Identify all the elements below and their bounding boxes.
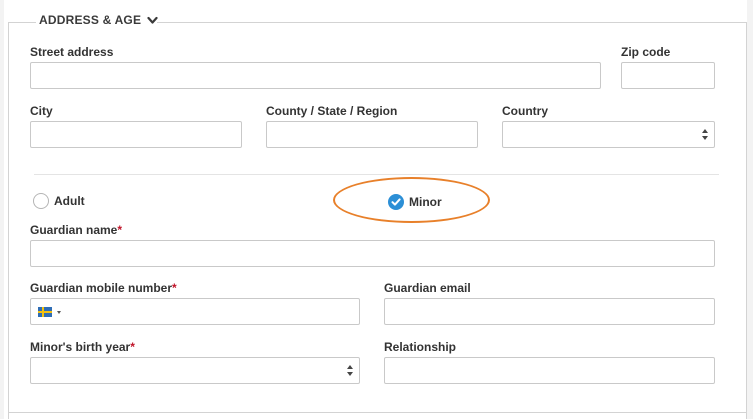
guardian-email-label: Guardian email	[384, 281, 471, 295]
highlight-ellipse	[333, 177, 490, 223]
street-address-label: Street address	[30, 45, 114, 59]
county-label: County / State / Region	[266, 104, 398, 118]
guardian-mobile-label: Guardian mobile number*	[30, 281, 177, 295]
fieldset-border-right-segment	[157, 22, 747, 23]
guardian-mobile-input[interactable]	[30, 298, 360, 325]
minor-birth-year-select[interactable]	[30, 357, 360, 384]
adult-radio[interactable]	[33, 193, 49, 209]
sweden-flag-icon[interactable]	[38, 307, 52, 317]
minor-birth-year-label: Minor's birth year*	[30, 340, 135, 354]
required-marker: *	[172, 281, 177, 295]
county-input[interactable]	[266, 121, 478, 148]
caret-down-icon[interactable]	[57, 311, 61, 314]
zip-code-label: Zip code	[621, 45, 671, 59]
chevron-down-icon	[147, 16, 158, 24]
guardian-name-label: Guardian name*	[30, 223, 123, 237]
fieldset-border-left	[8, 22, 9, 419]
fieldset-border-right	[746, 22, 747, 419]
fieldset-border-left-segment	[8, 22, 36, 23]
country-select[interactable]	[502, 121, 715, 148]
required-marker: *	[130, 340, 135, 354]
city-input[interactable]	[30, 121, 242, 148]
city-label: City	[30, 104, 53, 118]
form-panel: ADDRESS & AGE Street address Zip code Ci…	[4, 0, 747, 419]
zip-code-input[interactable]	[621, 62, 715, 89]
street-address-input[interactable]	[30, 62, 601, 89]
relationship-label: Relationship	[384, 340, 457, 354]
relationship-input[interactable]	[384, 357, 715, 384]
select-arrows-icon	[347, 365, 353, 376]
divider	[34, 174, 719, 175]
guardian-email-input[interactable]	[384, 298, 715, 325]
fieldset-border-bottom	[8, 412, 747, 413]
adult-radio-label[interactable]: Adult	[54, 194, 85, 208]
required-marker: *	[117, 223, 123, 237]
guardian-name-input[interactable]	[30, 240, 715, 267]
select-arrows-icon	[702, 129, 708, 140]
country-label: Country	[502, 104, 548, 118]
section-title: ADDRESS & AGE	[39, 13, 142, 27]
section-toggle[interactable]: ADDRESS & AGE	[39, 13, 158, 27]
